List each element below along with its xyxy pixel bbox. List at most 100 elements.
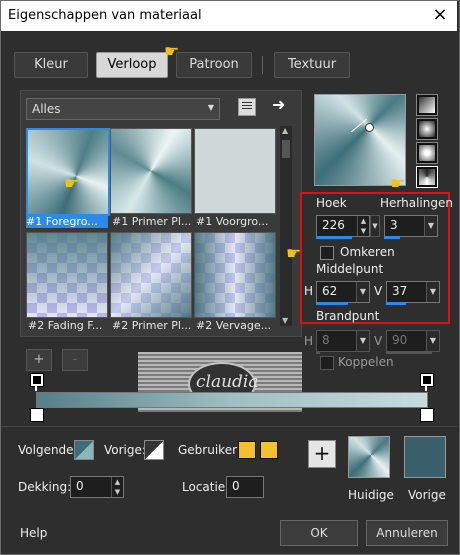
color-stop-left[interactable] [30, 373, 44, 387]
midpoint-label: Middelpunt [316, 262, 384, 276]
gradient-item-2[interactable] [110, 128, 192, 214]
pointer-hand-icon: ☛ [164, 42, 180, 62]
arrow-right-icon[interactable]: ➜ [272, 95, 285, 114]
chevron-down-icon[interactable]: ▼ [424, 216, 437, 236]
previous-color-label: Vorige: [104, 443, 146, 457]
focal-v-label: V [374, 334, 383, 348]
fade-overlay [195, 233, 275, 317]
focal-h-value: 8 [322, 333, 330, 347]
gradient-item-label: #2 Primer Pl... [112, 319, 192, 332]
angle-slider-fill[interactable] [316, 236, 352, 239]
tab-verloop[interactable]: Verloop [96, 52, 168, 78]
midpoint-v-spinner[interactable]: 37 ▼ [386, 281, 440, 303]
focal-h-spinner: 8 ▼ [316, 330, 370, 352]
previous-color-swatch[interactable] [144, 440, 164, 460]
previous-label: Vorige [408, 488, 446, 502]
stop-tick-left [35, 385, 37, 391]
spin-arrows-icon[interactable]: ▲ ▼ [357, 216, 369, 236]
focal-h-label: H [304, 334, 314, 348]
divider [1, 426, 457, 427]
midpoint-h-spinner[interactable]: 62 ▼ [316, 281, 370, 303]
add-swatch-button[interactable]: + [308, 440, 336, 468]
tab-textuur[interactable]: Textuur [274, 52, 350, 78]
opacity-value: 0 [76, 479, 84, 493]
pointer-hand-icon: ☛ [390, 174, 406, 194]
gradient-bar[interactable] [36, 392, 428, 408]
close-icon[interactable]: × [428, 4, 452, 26]
remove-gradient-button[interactable]: - [62, 349, 88, 371]
sunburst-mode-button[interactable] [416, 142, 438, 164]
fade-overlay [27, 233, 107, 317]
center-handle[interactable] [365, 123, 374, 132]
invert-checkbox[interactable] [320, 246, 334, 260]
tab-patroon[interactable]: Patroon [176, 52, 252, 78]
chevron-down-icon[interactable]: ▼ [356, 282, 369, 302]
rectangular-mode-button[interactable] [416, 118, 438, 140]
pointer-hand-icon: ☛ [286, 244, 302, 264]
opacity-stop-right[interactable] [420, 408, 434, 422]
cancel-button[interactable]: Annuleren [366, 520, 448, 546]
add-gradient-button[interactable]: + [26, 349, 52, 371]
repeats-spinner[interactable]: 3 ▼ [384, 215, 438, 237]
tab-separator [262, 56, 263, 74]
gradient-item-label: #1 Voorgro... [196, 215, 269, 228]
sunburst-gradient-icon [419, 145, 435, 161]
next-color-swatch[interactable] [74, 440, 94, 460]
angle-spinner[interactable]: 226 ▲ ▼ [316, 215, 370, 237]
radial-gradient-icon [419, 169, 435, 185]
focal-v-spinner: 90 ▼ [386, 330, 440, 352]
user-label: Gebruiker: [178, 443, 241, 457]
previous-material-swatch[interactable] [404, 436, 446, 478]
current-material-swatch[interactable] [348, 436, 390, 478]
user-color-swatch-2[interactable] [260, 441, 278, 459]
location-input[interactable]: 0 [226, 476, 264, 498]
watermark-text: claudia [196, 372, 259, 392]
focal-h-slider-fill [316, 351, 320, 354]
gradient-item-3[interactable] [194, 128, 276, 214]
scroll-up-icon[interactable]: ▲ [282, 126, 288, 135]
midpoint-h-value: 62 [322, 284, 338, 298]
gradient-item-4[interactable] [26, 232, 108, 318]
stop-swatch [423, 376, 431, 384]
help-link[interactable]: Help [20, 526, 47, 540]
scrollbar-thumb[interactable] [282, 140, 290, 158]
tab-kleur[interactable]: Kleur [14, 52, 88, 78]
repeats-slider-fill[interactable] [384, 236, 400, 239]
repeats-label: Herhalingen [380, 196, 453, 210]
library-options-icon[interactable] [238, 98, 256, 116]
stop-tick-right [425, 385, 427, 391]
chevron-down-icon[interactable]: ▼ [426, 282, 439, 302]
midpoint-v-value: 37 [392, 284, 408, 298]
color-stop-right[interactable] [420, 373, 434, 387]
gradient-item-6[interactable] [194, 232, 276, 318]
current-label: Huidige [348, 488, 394, 502]
focal-v-value: 90 [392, 333, 408, 347]
linear-mode-button[interactable] [416, 94, 438, 116]
gradient-item-1[interactable] [26, 128, 110, 216]
angle-value: 226 [322, 218, 345, 232]
spin-arrows-icon[interactable]: ▲ ▼ [111, 477, 123, 497]
angle-label: Hoek [316, 196, 347, 210]
angle-dropdown-icon[interactable]: ▼ [370, 215, 380, 237]
midpoint-v-slider-fill[interactable] [386, 302, 406, 305]
ok-button[interactable]: OK [280, 520, 358, 546]
repeats-value: 3 [390, 218, 398, 232]
focal-label: Brandpunt [316, 309, 380, 323]
fade-overlay [111, 233, 191, 317]
invert-label: Omkeren [340, 245, 395, 259]
scroll-down-icon[interactable]: ▼ [282, 316, 288, 325]
opacity-spinner[interactable]: 0 ▲ ▼ [70, 476, 124, 498]
user-color-swatch[interactable] [238, 441, 256, 459]
midpoint-h-slider-fill[interactable] [316, 302, 348, 305]
chevron-down-icon: ▼ [426, 331, 439, 351]
category-value: Alles [32, 102, 61, 116]
opacity-stop-left[interactable] [30, 408, 44, 422]
gradient-item-label: #1 Foregro... [26, 215, 108, 228]
gradient-item-label: #2 Vervage... [196, 319, 272, 332]
gradient-preview[interactable] [314, 94, 406, 186]
radial-mode-button[interactable] [416, 166, 438, 188]
category-dropdown[interactable]: Alles ▼ [26, 98, 220, 120]
gradient-item-5[interactable] [110, 232, 192, 318]
location-value: 0 [232, 479, 240, 493]
location-label: Locatie: [182, 480, 230, 494]
